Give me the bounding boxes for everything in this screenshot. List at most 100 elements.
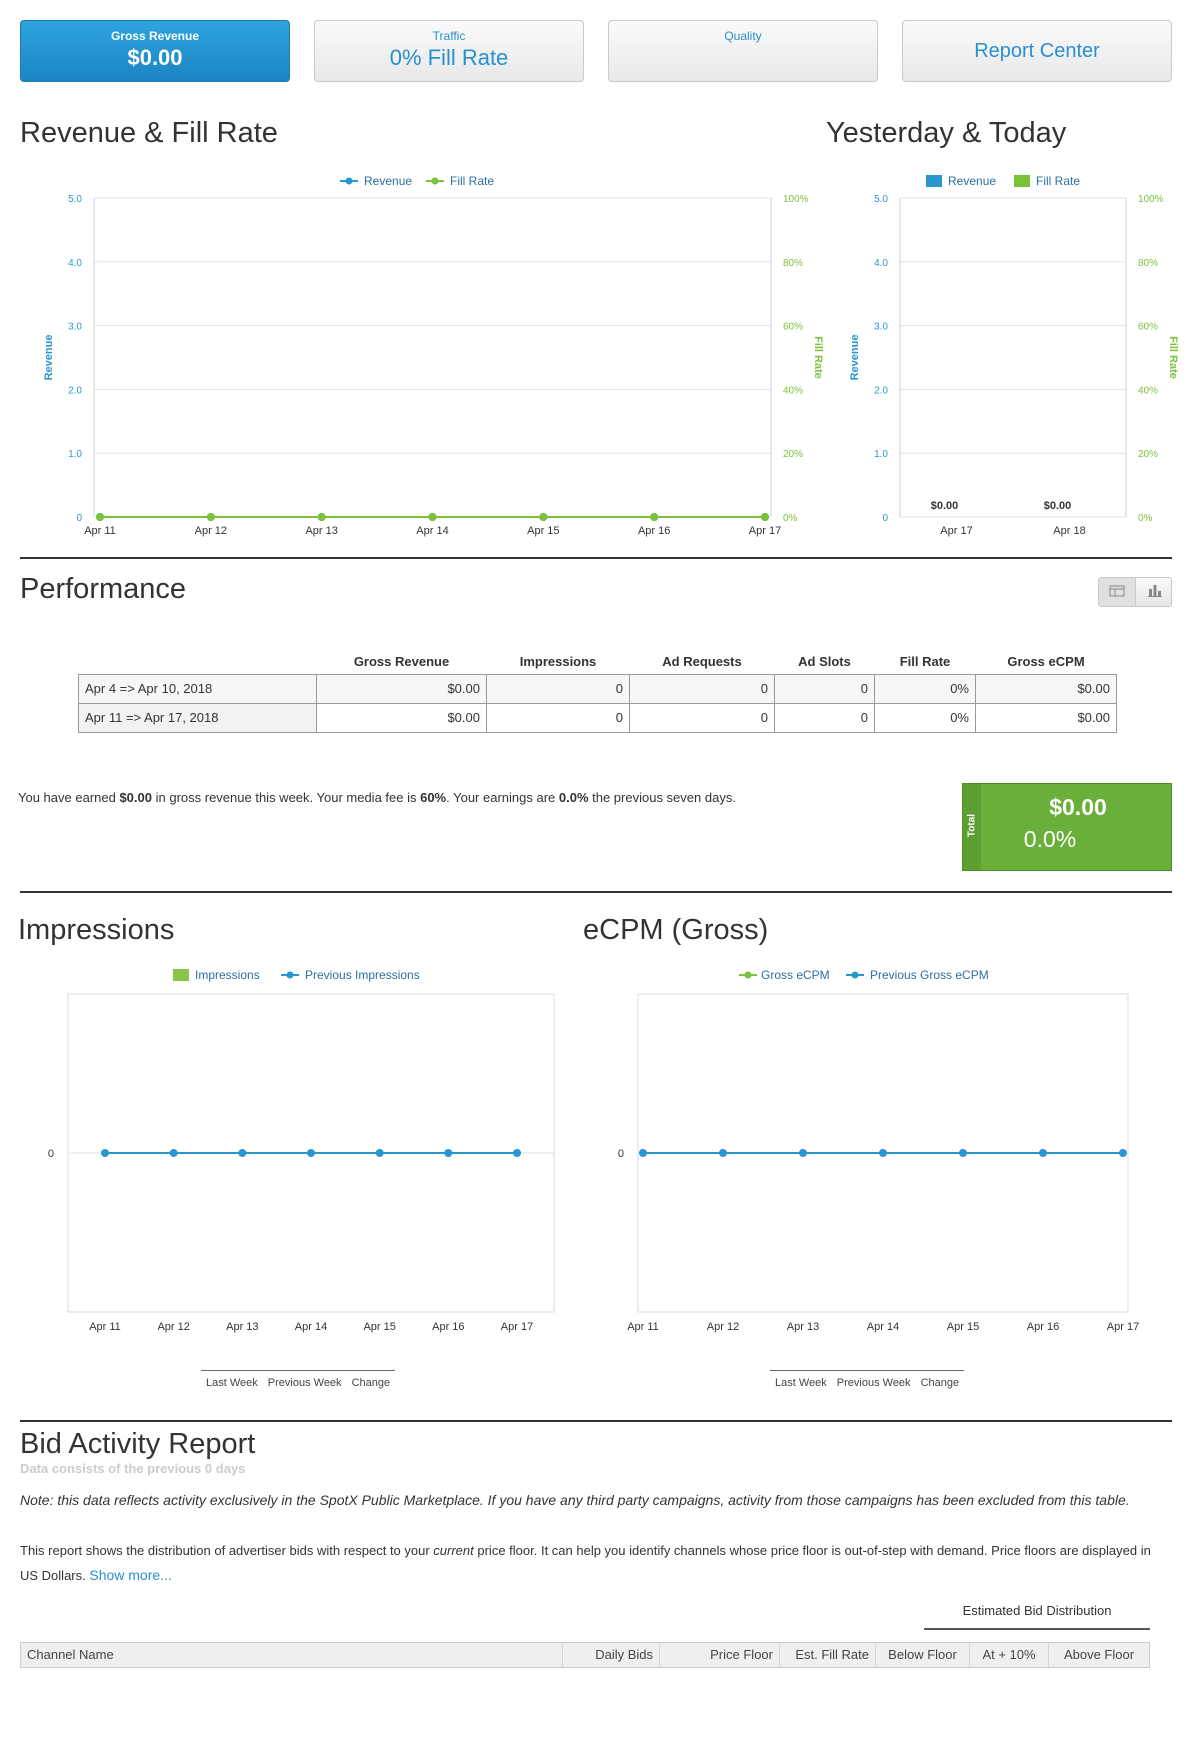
impressions-comparison-tabs: Last Week Previous Week Change — [201, 1370, 396, 1395]
traffic-tile[interactable]: Traffic 0% Fill Rate — [314, 20, 584, 82]
gross-revenue-tile[interactable]: Gross Revenue $0.00 — [20, 20, 290, 82]
y-right-tick-label: 0% — [1138, 513, 1153, 524]
media-fee-value: 60% — [420, 790, 447, 805]
estimated-bid-distribution-header: Estimated Bid Distribution — [924, 1603, 1150, 1630]
bid-activity-subtitle: Data consists of the previous 0 days — [20, 1461, 246, 1476]
data-point-previous — [1039, 1149, 1047, 1157]
column-price-floor[interactable]: Price Floor — [660, 1643, 780, 1667]
legend-marker — [431, 177, 439, 185]
y-tick-label: 5.0 — [874, 194, 888, 205]
earned-value: $0.00 — [119, 790, 152, 805]
section-divider — [20, 891, 1172, 893]
legend-label: Revenue — [948, 174, 996, 188]
legend-label: Fill Rate — [450, 174, 494, 188]
legend-label: Impressions — [195, 968, 260, 982]
tab-last-week[interactable]: Last Week — [770, 1371, 832, 1395]
x-tick-label: Apr 12 — [195, 525, 227, 537]
data-point-fill-rate — [96, 513, 104, 521]
column-est-fill-rate[interactable]: Est. Fill Rate — [780, 1643, 876, 1667]
total-box: Total $0.00 0.0% — [962, 783, 1172, 871]
x-tick-label: Apr 18 — [1053, 525, 1085, 537]
data-point-previous — [169, 1149, 178, 1157]
data-point-previous — [101, 1149, 109, 1157]
ad-slots-cell: 0 — [774, 702, 875, 733]
ad-requests-cell: 0 — [629, 702, 775, 733]
legend-label: Revenue — [364, 174, 412, 188]
y-right-tick-label: 100% — [1138, 194, 1164, 205]
legend-marker — [744, 971, 752, 979]
y-right-tick-label: 60% — [783, 322, 803, 333]
column-header: Gross eCPM — [1007, 654, 1085, 670]
column-header: Fill Rate — [899, 654, 951, 670]
data-label: $0.00 — [931, 500, 959, 512]
x-tick-label: Apr 13 — [226, 1321, 258, 1333]
x-tick-label: Apr 13 — [305, 525, 337, 537]
fill-rate-cell: 0% — [874, 673, 976, 704]
table-icon[interactable] — [1099, 578, 1136, 606]
revenue-fill-title: Revenue & Fill Rate — [20, 117, 278, 149]
column-below-floor[interactable]: Below Floor — [876, 1643, 970, 1667]
column-header — [79, 650, 317, 674]
y-right-axis-label: Fill Rate — [812, 336, 824, 379]
period-cell: Apr 11 => Apr 17, 2018 — [78, 702, 317, 733]
y-right-tick-label: 20% — [1138, 449, 1158, 460]
y-tick-label: 0 — [76, 513, 82, 524]
report-center-tile[interactable]: Report Center — [902, 20, 1172, 82]
tile-value: Report Center — [974, 40, 1100, 62]
show-more-link[interactable]: Show more... — [89, 1567, 171, 1583]
tab-change[interactable]: Change — [916, 1371, 965, 1395]
yesterday-today-chart: Revenue Fill Rate 0 0% 1.0 20% 2.0 40% 3.0 60% 4.0… — [849, 174, 1179, 537]
y-tick-label: 5.0 — [68, 194, 82, 205]
x-tick-label: Apr 11 — [84, 525, 116, 537]
data-point-fill-rate — [317, 513, 326, 521]
tile-value: 0% Fill Rate — [389, 45, 509, 70]
data-point-fill-rate — [650, 513, 659, 521]
bid-table-header: Channel Name Daily Bids Price Floor Est.… — [20, 1642, 1150, 1668]
column-at-plus-10[interactable]: At + 10% — [970, 1643, 1049, 1667]
y-right-tick-label: 100% — [783, 194, 809, 205]
column-channel-name[interactable]: Channel Name — [21, 1643, 563, 1667]
data-point-fill-rate — [539, 513, 548, 521]
table-header-row: Gross Revenue Impressions Ad Requests Ad… — [79, 650, 1117, 674]
table-row: Apr 4 => Apr 10, 2018 $0.00 0 0 0 0% $0.… — [78, 673, 1117, 704]
y-tick-label: 2.0 — [68, 385, 82, 396]
y-axis-label: Revenue — [849, 335, 861, 381]
bar-chart-icon[interactable] — [1136, 578, 1173, 606]
y-right-axis-label: Fill Rate — [1167, 336, 1179, 379]
tab-previous-week[interactable]: Previous Week — [832, 1371, 916, 1395]
x-tick-label: Apr 14 — [295, 1321, 327, 1333]
gross-ecpm-cell: $0.00 — [975, 702, 1117, 733]
summary-text: You have earned — [18, 790, 120, 805]
data-point-previous — [307, 1149, 315, 1157]
column-daily-bids[interactable]: Daily Bids — [563, 1643, 660, 1667]
y-right-tick-label: 0% — [783, 513, 798, 524]
x-tick-label: Apr 14 — [416, 525, 448, 537]
marketplace-note: Note: this data reflects activity exclus… — [20, 1492, 1130, 1508]
section-divider — [20, 557, 1172, 559]
x-tick-label: Apr 17 — [1107, 1321, 1139, 1333]
x-tick-label: Apr 14 — [867, 1321, 899, 1333]
total-label: Total — [966, 813, 978, 838]
earnings-summary: You have earned $0.00 in gross revenue t… — [18, 790, 736, 805]
view-toggle — [1098, 577, 1172, 607]
total-amount: $0.00 — [1049, 794, 1107, 820]
tab-previous-week[interactable]: Previous Week — [263, 1371, 347, 1395]
column-header: Ad Slots — [798, 654, 851, 670]
impressions-cell: 0 — [486, 673, 630, 704]
data-point-fill-rate — [761, 513, 769, 521]
data-point-fill-rate — [206, 513, 215, 521]
column-above-floor[interactable]: Above Floor — [1049, 1643, 1149, 1667]
y-right-tick-label: 80% — [1138, 258, 1158, 269]
y-tick-label: 3.0 — [874, 322, 888, 333]
y-tick-label: 1.0 — [874, 449, 888, 460]
column-header: Ad Requests — [662, 654, 742, 670]
tab-change[interactable]: Change — [347, 1371, 396, 1395]
data-point-previous — [959, 1149, 967, 1157]
tab-last-week[interactable]: Last Week — [201, 1371, 263, 1395]
legend-label: Gross eCPM — [761, 968, 830, 982]
section-divider — [20, 1420, 1172, 1422]
x-tick-label: Apr 17 — [501, 1321, 533, 1333]
quality-tile[interactable]: Quality — [608, 20, 878, 82]
impressions-chart: Impressions Previous Impressions 0 Apr 11 Ap… — [48, 968, 555, 1333]
x-tick-label: Apr 13 — [787, 1321, 819, 1333]
